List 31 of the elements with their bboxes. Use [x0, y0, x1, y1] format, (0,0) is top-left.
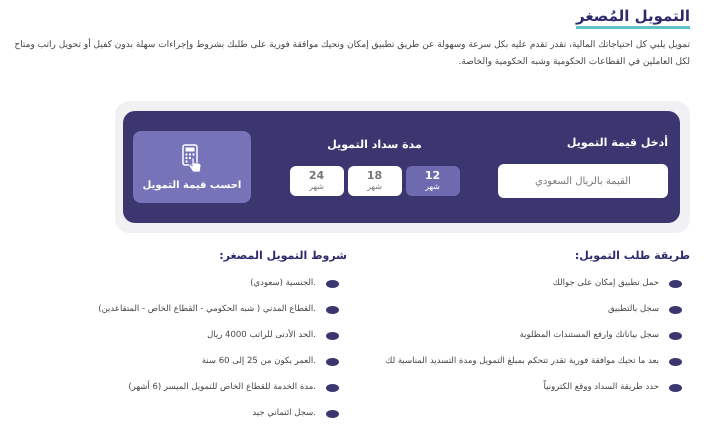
- condition-text: .مدة الخدمة للقطاع الخاص للتمويل الميسر (6 أشهر): [128, 380, 316, 394]
- bullet-icon: [669, 384, 682, 392]
- step-text: حدد طريقة السداد ووقع الكترونياً: [544, 380, 659, 394]
- calculator-icon: [181, 144, 203, 174]
- bullet-icon: [669, 358, 682, 366]
- bullet-icon: [326, 332, 339, 340]
- condition-text: .الجنسية (سعودي): [250, 277, 316, 290]
- bullet-icon: [669, 332, 682, 340]
- condition-text: .سجل ائتماني جيد: [252, 407, 316, 420]
- bullet-icon: [326, 384, 339, 392]
- intro-paragraph: تمويل يلبي كل احتياجاتك المالية، تقدر تقدم عليه بكل سرعة وسهولة عن طريق تطبيق إمكان ونحيك موافقة فورية على طلبك بشروط وإجراءات سهلة بدون كفيل أو تحويل راتب ومتاح لكل العاملين في القطاعات الحكومية وشبه الحكومية والخاصة.: [13, 37, 690, 69]
- bullet-icon: [669, 306, 682, 314]
- duration-label: مدة سداد التمويل: [327, 138, 422, 152]
- condition-text: .الحد الأدنى للراتب 4000 ريال: [207, 328, 316, 342]
- bullet-icon: [326, 358, 339, 366]
- conditions-heading: شروط التمويل المصغر:: [218, 249, 347, 263]
- step-text: سجل بياناتك وارفع المستندات المطلوبة: [520, 329, 659, 342]
- step-text: حمل تطبيق إمكان على جوالك: [552, 277, 659, 290]
- amount-input-field[interactable]: القيمة بالريال السعودي: [498, 164, 668, 198]
- step-text: بعد ما تجيك موافقة فورية تقدر تتحكم بمبلغ التمويل ومدة التسديد المناسبة لك: [385, 355, 659, 368]
- bullet-icon: [669, 280, 682, 288]
- step-text: سجل بالتطبيق: [608, 303, 659, 316]
- bullet-icon: [326, 280, 339, 288]
- page-title: التمويل المُصغر: [576, 6, 690, 29]
- calculate-button[interactable]: احسب قيمة التمويل: [133, 131, 251, 203]
- bullet-icon: [326, 410, 339, 418]
- condition-text: .القطاع المدني ( شبه الحكومي - القطاع الخاص - المتقاعدين): [98, 303, 316, 316]
- condition-text: .العمر يكون من 25 إلى 60 سنة: [202, 355, 316, 368]
- bullet-icon: [326, 306, 339, 314]
- steps-heading: طريقة طلب التمويل:: [574, 249, 690, 263]
- amount-label: أدخل قيمة التمويل: [566, 136, 668, 150]
